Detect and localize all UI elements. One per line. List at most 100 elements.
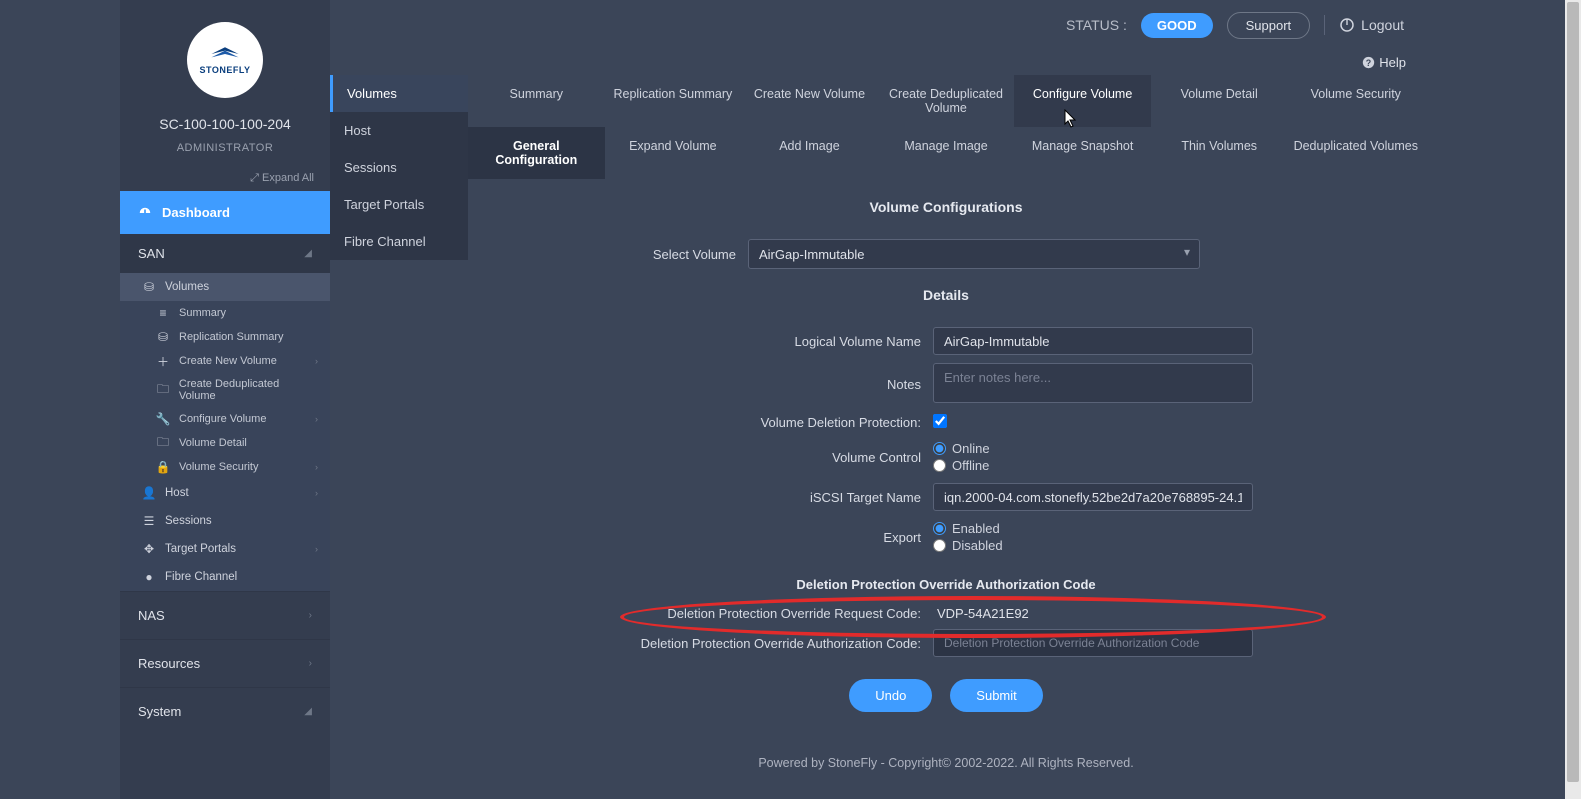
scrollbar-track[interactable] — [1565, 0, 1581, 799]
submit-button[interactable]: Submit — [950, 679, 1042, 712]
support-button[interactable]: Support — [1227, 12, 1311, 39]
export-label: Export — [468, 530, 933, 545]
subnav-host-label: Host — [165, 487, 189, 499]
radio-enabled[interactable] — [933, 522, 946, 535]
subnav-fibre-label: Fibre Channel — [165, 571, 237, 583]
brand-logo: STONEFLY — [187, 22, 263, 98]
undo-button[interactable]: Undo — [849, 679, 932, 712]
iscsi-target-input[interactable] — [933, 483, 1253, 511]
iscsi-label: iSCSI Target Name — [468, 490, 933, 505]
override-heading: Deletion Protection Override Authorizati… — [468, 563, 1424, 598]
plus-icon: ＋ — [156, 354, 170, 368]
logical-volume-name-label: Logical Volume Name — [468, 334, 933, 349]
chevron-right-icon: › — [315, 544, 318, 554]
subnav-configure-volume[interactable]: 🔧 Configure Volume › — [120, 407, 330, 431]
chevron-right-icon: › — [315, 356, 318, 366]
subtab-thin[interactable]: Thin Volumes — [1151, 127, 1288, 179]
tab-volume-detail[interactable]: Volume Detail — [1151, 75, 1288, 127]
tab-create-dedup-volume[interactable]: Create Deduplicated Volume — [878, 75, 1015, 127]
sectab-volumes[interactable]: Volumes — [330, 75, 468, 112]
tab-volume-security[interactable]: Volume Security — [1287, 75, 1424, 127]
subtab-expand[interactable]: Expand Volume — [605, 127, 742, 179]
chevron-right-icon: › — [315, 462, 318, 472]
details-heading: Details — [468, 277, 1424, 319]
subnav-summary[interactable]: ≡ Summary — [120, 301, 330, 325]
volume-control-label: Volume Control — [468, 450, 933, 465]
nav-dashboard-label: Dashboard — [162, 205, 230, 220]
auth-code-label: Deletion Protection Override Authorizati… — [468, 636, 933, 651]
radio-online[interactable] — [933, 442, 946, 455]
user-icon: 👤 — [142, 486, 156, 500]
tabs-secondary: General Configuration Expand Volume Add … — [468, 127, 1424, 179]
subnav-volume-security[interactable]: 🔒 Volume Security › — [120, 455, 330, 479]
sidebar: STONEFLY SC-100-100-100-204 ADMINISTRATO… — [120, 0, 330, 799]
chevron-right-icon: › — [309, 658, 312, 669]
sessions-icon: ☰ — [142, 514, 156, 528]
panel-title: Volume Configurations — [468, 189, 1424, 231]
chevron-right-icon: › — [315, 488, 318, 498]
tab-replication-summary[interactable]: Replication Summary — [605, 75, 742, 127]
logical-volume-name-input[interactable] — [933, 327, 1253, 355]
dashboard-icon — [138, 206, 152, 220]
sectab-sessions[interactable]: Sessions — [330, 149, 468, 186]
logo-block: STONEFLY — [120, 0, 330, 106]
nav-san[interactable]: SAN ◢ — [120, 234, 330, 273]
tabs-primary: Summary Replication Summary Create New V… — [468, 75, 1424, 127]
subtab-manage-image[interactable]: Manage Image — [878, 127, 1015, 179]
help-link[interactable]: ? Help — [1362, 55, 1406, 70]
tab-configure-volume[interactable]: Configure Volume — [1014, 75, 1151, 127]
stonefly-icon — [208, 45, 242, 63]
subtab-dedup[interactable]: Deduplicated Volumes — [1287, 127, 1424, 179]
brand-name: STONEFLY — [199, 65, 250, 75]
expand-all[interactable]: ⤢ Expand All — [120, 154, 330, 191]
select-volume[interactable]: AirGap-Immutable — [748, 239, 1200, 269]
subnav-host[interactable]: 👤 Host › — [120, 479, 330, 507]
request-code-value: VDP-54A21E92 — [933, 606, 1029, 621]
subtab-general[interactable]: General Configuration — [468, 127, 605, 179]
subnav-sessions[interactable]: ☰ Sessions — [120, 507, 330, 535]
subnav-sessions-label: Sessions — [165, 515, 212, 527]
subnav-volume-detail[interactable]: 🗀 Volume Detail — [120, 431, 330, 455]
radio-offline[interactable] — [933, 459, 946, 472]
auth-code-input[interactable] — [933, 629, 1253, 657]
online-label: Online — [952, 441, 990, 456]
nav-system[interactable]: System ◢ — [120, 687, 330, 735]
subnav-create-new-volume[interactable]: ＋ Create New Volume › — [120, 349, 330, 373]
nav-dashboard[interactable]: Dashboard — [120, 191, 330, 234]
logout-button[interactable]: Logout — [1339, 17, 1404, 33]
subnav-replication-summary[interactable]: ⛁ Replication Summary — [120, 325, 330, 349]
nav-nas[interactable]: NAS › — [120, 591, 330, 639]
tab-summary[interactable]: Summary — [468, 75, 605, 127]
sectab-host[interactable]: Host — [330, 112, 468, 149]
notes-input[interactable] — [933, 363, 1253, 403]
sectab-target-portals[interactable]: Target Portals — [330, 186, 468, 223]
subnav-fibre-channel[interactable]: ● Fibre Channel — [120, 563, 330, 591]
footer-text: Powered by StoneFly - Copyright© 2002-20… — [468, 726, 1424, 782]
help-label: Help — [1379, 55, 1406, 70]
nav-resources[interactable]: Resources › — [120, 639, 330, 687]
chevron-down-icon: ◢ — [304, 706, 312, 717]
move-icon: ✥ — [142, 542, 156, 556]
subtab-manage-snapshot[interactable]: Manage Snapshot — [1014, 127, 1151, 179]
sectab-fibre-channel[interactable]: Fibre Channel — [330, 223, 468, 260]
subnav-create-dedup-volume[interactable]: 🗀 Create Deduplicated Volume — [120, 373, 330, 407]
nav-nas-label: NAS — [138, 608, 165, 623]
status-label: STATUS : — [1066, 17, 1127, 33]
disabled-label: Disabled — [952, 538, 1003, 553]
request-code-label: Deletion Protection Override Request Cod… — [468, 606, 933, 621]
scrollbar-thumb[interactable] — [1567, 2, 1579, 782]
subnav-volumes-label: Volumes — [165, 281, 209, 293]
divider — [1324, 15, 1325, 35]
radio-disabled[interactable] — [933, 539, 946, 552]
vdp-checkbox[interactable] — [933, 414, 947, 428]
subnav-target-portals[interactable]: ✥ Target Portals › — [120, 535, 330, 563]
nav-san-label: SAN — [138, 246, 165, 261]
circle-icon: ● — [142, 570, 156, 584]
folder-icon: 🗀 — [156, 436, 170, 450]
secondary-nav: Volumes Host Sessions Target Portals Fib… — [330, 75, 468, 260]
subtab-add-image[interactable]: Add Image — [741, 127, 878, 179]
subnav-volumes[interactable]: ⛁ Volumes — [120, 273, 330, 301]
disk-icon: ⛁ — [142, 280, 156, 294]
tab-create-new-volume[interactable]: Create New Volume — [741, 75, 878, 127]
wrench-icon: 🔧 — [156, 412, 170, 426]
